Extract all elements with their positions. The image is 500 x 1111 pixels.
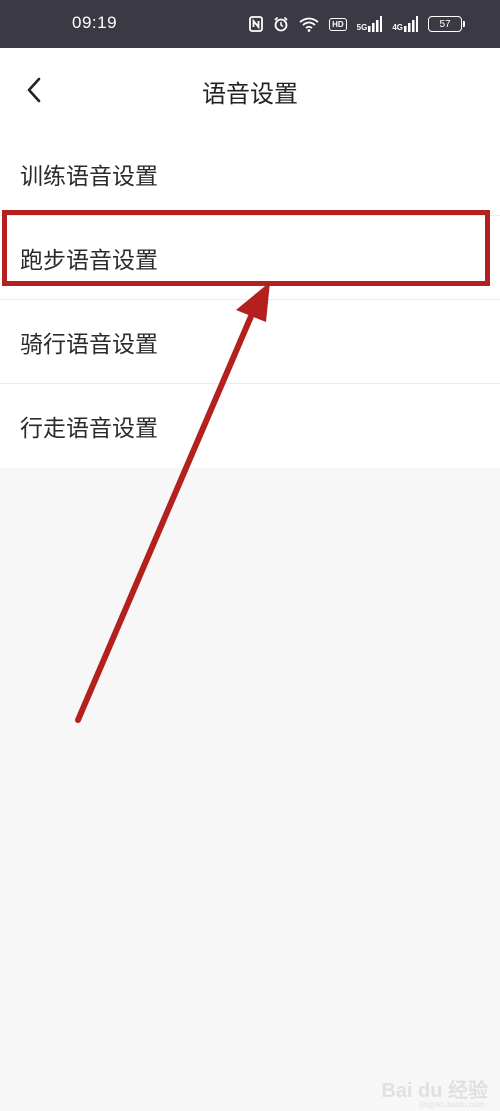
menu-item-label: 骑行语音设置 (20, 331, 158, 358)
nav-header: 语音设置 (0, 48, 500, 132)
net-4g-label: 4G (392, 23, 403, 32)
menu-item-walking-voice[interactable]: 行走语音设置 (0, 384, 500, 468)
battery-icon: 57 (428, 16, 465, 32)
watermark-logo-text: Bai du 经验 (381, 1080, 488, 1102)
menu-item-label: 行走语音设置 (20, 416, 158, 442)
nfc-icon (249, 16, 263, 32)
voice-settings-menu: 训练语音设置 跑步语音设置 骑行语音设置 行走语音设置 (0, 132, 500, 468)
net-5g-label: 5G (356, 23, 368, 32)
status-bar: 09:19 HD 5G 4G 57 (0, 0, 500, 48)
wifi-icon (299, 17, 319, 32)
phone-screen: 09:19 HD 5G 4G 57 语音设置 训练语音设置 跑步语音设置 骑行语… (0, 0, 500, 1111)
menu-item-label: 跑步语音设置 (20, 247, 158, 274)
page-title: 语音设置 (202, 80, 298, 108)
watermark-logo: Bai du 经验 (381, 1074, 488, 1103)
status-icons: HD 5G 4G 57 (249, 14, 465, 34)
menu-item-label: 训练语音设置 (20, 163, 158, 190)
signal-5g-icon: 5G (357, 16, 383, 32)
alarm-icon (273, 16, 289, 32)
signal-4g-icon: 4G (392, 16, 418, 32)
watermark-site: jingyan.baidu.com (419, 1100, 484, 1109)
menu-item-training-voice[interactable]: 训练语音设置 (0, 132, 500, 216)
menu-item-running-voice[interactable]: 跑步语音设置 (0, 216, 500, 300)
hd-badge: HD (329, 17, 347, 31)
status-time: 09:19 (72, 13, 118, 32)
menu-item-cycling-voice[interactable]: 骑行语音设置 (0, 300, 500, 384)
